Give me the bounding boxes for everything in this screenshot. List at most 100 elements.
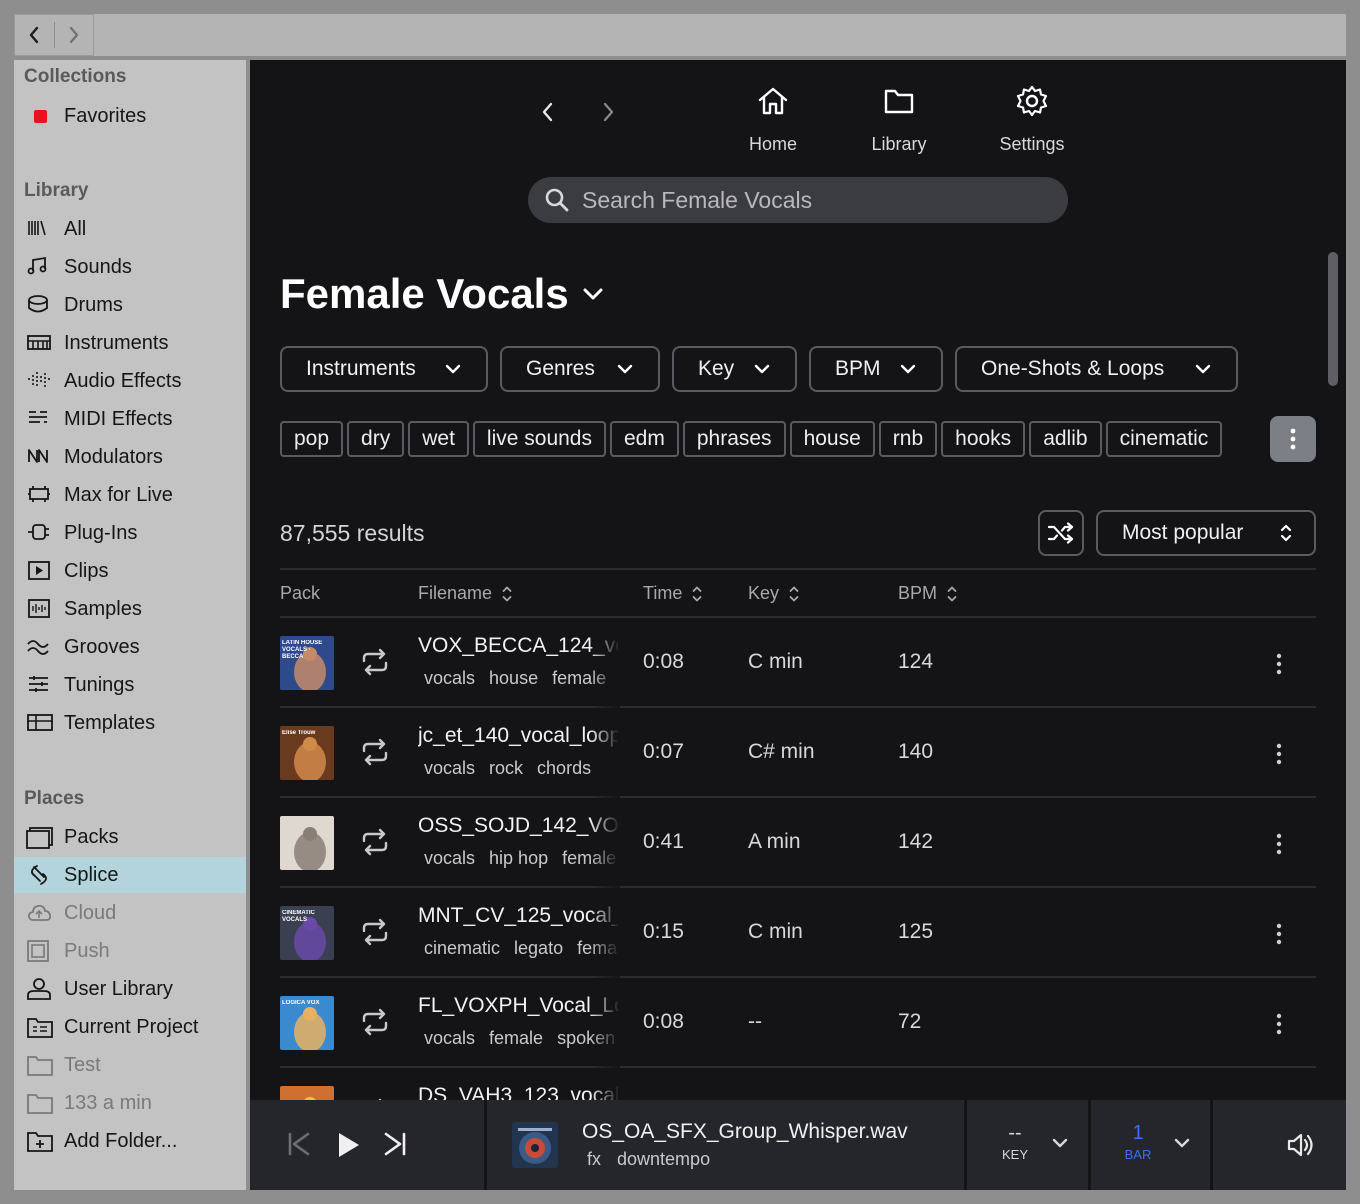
- column-header-key[interactable]: Key: [748, 583, 799, 604]
- bar-readout[interactable]: 1 BAR: [1108, 1122, 1168, 1162]
- filter-bpm[interactable]: BPM: [809, 346, 943, 392]
- table-row[interactable]: CINEMATIC VOCALS MNT_CV_125_vocal_loopcin…: [280, 888, 1316, 978]
- sidebar-item-all[interactable]: All: [14, 211, 246, 247]
- nav-home-button[interactable]: Home: [718, 82, 828, 155]
- shuffle-button[interactable]: [1038, 510, 1084, 556]
- sidebar-item-test[interactable]: Test: [14, 1047, 246, 1083]
- sidebar-item-push[interactable]: Push: [14, 933, 246, 969]
- sample-tag[interactable]: female: [562, 848, 616, 868]
- tag-chip[interactable]: adlib: [1029, 421, 1102, 457]
- filter-genres[interactable]: Genres: [500, 346, 660, 392]
- row-more-button[interactable]: [1274, 922, 1284, 946]
- tag-chip[interactable]: edm: [609, 421, 679, 457]
- sample-tag[interactable]: spoken: [557, 1028, 615, 1048]
- sample-tag[interactable]: vocals: [424, 758, 475, 778]
- window-forward-button[interactable]: [54, 15, 93, 55]
- sample-filename[interactable]: FL_VOXPH_Vocal_Loop: [418, 994, 618, 1018]
- table-row[interactable]: LATIN HOUSE VOCALS · BECCA VOX_BECCA_124_…: [280, 618, 1316, 708]
- sample-tag[interactable]: rock: [489, 758, 523, 778]
- sidebar-item-user-library[interactable]: User Library: [14, 971, 246, 1007]
- previous-button[interactable]: [284, 1130, 312, 1158]
- sidebar-item-sounds[interactable]: Sounds: [14, 249, 246, 285]
- tag-chip[interactable]: cinematic: [1105, 421, 1223, 457]
- sidebar-item-drums[interactable]: Drums: [14, 287, 246, 323]
- sample-tag[interactable]: female: [577, 938, 618, 958]
- key-readout[interactable]: -- KEY: [985, 1122, 1045, 1162]
- tag-chip[interactable]: pop: [280, 421, 344, 457]
- sample-tag[interactable]: female: [489, 1028, 543, 1048]
- sample-filename[interactable]: DS_VAH3_123_vocal: [418, 1084, 618, 1100]
- window-back-button[interactable]: [15, 15, 54, 55]
- sidebar-item-samples[interactable]: Samples: [14, 591, 246, 627]
- pack-artwork[interactable]: [280, 1086, 334, 1100]
- sidebar-item-packs[interactable]: Packs: [14, 819, 246, 855]
- sidebar-item-cloud[interactable]: Cloud: [14, 895, 246, 931]
- tag-chip[interactable]: dry: [347, 421, 405, 457]
- play-button[interactable]: [334, 1130, 362, 1160]
- table-row[interactable]: Elise Trouw jc_et_140_vocal_loop vocals roc…: [280, 708, 1316, 798]
- tag-chip[interactable]: rnb: [878, 421, 938, 457]
- tag-chip[interactable]: live sounds: [472, 421, 606, 457]
- nav-settings-button[interactable]: Settings: [977, 82, 1087, 155]
- filter-key[interactable]: Key: [672, 346, 797, 392]
- sidebar-item-add-folder[interactable]: Add Folder...: [14, 1123, 246, 1159]
- table-row[interactable]: LOGICA VOX FL_VOXPH_Vocal_Loopvocals femal…: [280, 978, 1316, 1068]
- now-playing-tag[interactable]: downtempo: [617, 1149, 710, 1169]
- sidebar-item-templates[interactable]: Templates: [14, 705, 246, 741]
- sidebar-item-instruments[interactable]: Instruments: [14, 325, 246, 361]
- sample-tag[interactable]: cinematic: [424, 938, 500, 958]
- bar-dropdown-button[interactable]: [1172, 1136, 1192, 1150]
- column-header-bpm[interactable]: BPM: [898, 583, 957, 604]
- sample-filename[interactable]: MNT_CV_125_vocal_loop: [418, 904, 618, 928]
- sidebar-item-max-for-live[interactable]: Max for Live: [14, 477, 246, 513]
- sample-tag[interactable]: female: [552, 668, 606, 688]
- page-title-dropdown[interactable]: Female Vocals: [280, 270, 605, 318]
- row-more-button[interactable]: [1274, 1012, 1284, 1036]
- nav-library-button[interactable]: Library: [844, 82, 954, 155]
- filter-one-shots-loops[interactable]: One-Shots & Loops: [955, 346, 1238, 392]
- sample-tag[interactable]: house: [489, 668, 538, 688]
- now-playing-tag[interactable]: fx: [587, 1149, 601, 1169]
- sidebar-item-current-project[interactable]: Current Project: [14, 1009, 246, 1045]
- tag-chip[interactable]: phrases: [682, 421, 786, 457]
- filter-instruments[interactable]: Instruments: [280, 346, 488, 392]
- sidebar-item-midi-effects[interactable]: MIDI Effects: [14, 401, 246, 437]
- sample-tag[interactable]: vocals: [424, 1028, 475, 1048]
- volume-button[interactable]: [1286, 1130, 1316, 1160]
- panel-back-button[interactable]: [532, 94, 564, 130]
- key-dropdown-button[interactable]: [1050, 1136, 1070, 1150]
- sidebar-item-favorites[interactable]: Favorites: [14, 98, 246, 134]
- table-row[interactable]: DS_VAH3_123_vocal: [280, 1068, 1316, 1100]
- sample-tag[interactable]: legato: [514, 938, 563, 958]
- column-header-time[interactable]: Time: [643, 583, 702, 604]
- sort-select[interactable]: Most popular: [1096, 510, 1316, 556]
- search-input[interactable]: Search Female Vocals: [528, 177, 1068, 223]
- sidebar-item-clips[interactable]: Clips: [14, 553, 246, 589]
- sidebar-item-tunings[interactable]: Tunings: [14, 667, 246, 703]
- results-scrollbar[interactable]: [1328, 252, 1338, 386]
- panel-forward-button[interactable]: [592, 94, 624, 130]
- column-header-filename[interactable]: Filename: [418, 583, 512, 604]
- next-button[interactable]: [382, 1130, 410, 1158]
- sidebar-item-audio-effects[interactable]: Audio Effects: [14, 363, 246, 399]
- sidebar-item-grooves[interactable]: Grooves: [14, 629, 246, 665]
- table-row[interactable]: OSS_SOJD_142_VOCALvocals hip hop female 0:4…: [280, 798, 1316, 888]
- row-more-button[interactable]: [1274, 652, 1284, 676]
- tag-chip[interactable]: house: [789, 421, 875, 457]
- pack-artwork[interactable]: [280, 816, 334, 870]
- more-tags-button[interactable]: [1270, 416, 1316, 462]
- sample-tag[interactable]: vocals: [424, 668, 475, 688]
- row-more-button[interactable]: [1274, 832, 1284, 856]
- sample-tag[interactable]: hip hop: [489, 848, 548, 868]
- sidebar-item-133-a-min[interactable]: 133 a min: [14, 1085, 246, 1121]
- sample-filename[interactable]: OSS_SOJD_142_VOCAL: [418, 814, 618, 838]
- tag-chip[interactable]: hooks: [941, 421, 1026, 457]
- row-more-button[interactable]: [1274, 742, 1284, 766]
- sidebar-item-modulators[interactable]: Modulators: [14, 439, 246, 475]
- sample-tag[interactable]: chords: [537, 758, 591, 778]
- sample-filename[interactable]: VOX_BECCA_124_vocal: [418, 634, 618, 658]
- sample-filename[interactable]: jc_et_140_vocal_loop: [418, 724, 618, 748]
- sidebar-item-splice[interactable]: Splice: [14, 857, 246, 893]
- sample-tag[interactable]: vocals: [424, 848, 475, 868]
- sidebar-item-plug-ins[interactable]: Plug-Ins: [14, 515, 246, 551]
